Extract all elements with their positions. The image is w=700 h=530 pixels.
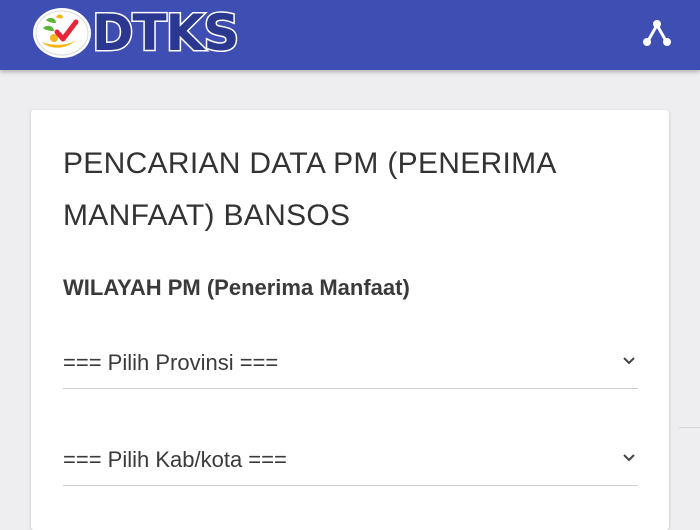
chevron-down-icon [623, 454, 635, 462]
logo-text: DTKS [90, 3, 240, 64]
chevron-down-icon [623, 357, 635, 365]
city-select[interactable]: === Pilih Kab/kota === [63, 435, 638, 486]
search-card: PENCARIAN DATA PM (PENERIMA MANFAAT) BAN… [31, 110, 669, 530]
page-title: PENCARIAN DATA PM (PENERIMA MANFAAT) BAN… [63, 147, 556, 232]
province-select[interactable]: === Pilih Provinsi === [63, 338, 638, 389]
region-section-label: WILAYAH PM (Penerima Manfaat) [63, 275, 410, 300]
city-select-value: === Pilih Kab/kota === [63, 447, 287, 472]
province-select-value: === Pilih Provinsi === [63, 350, 279, 375]
divider [679, 427, 700, 428]
share-button[interactable] [640, 16, 674, 50]
app-header: DTKS [0, 0, 700, 70]
share-icon [643, 20, 671, 46]
dtks-logo[interactable]: DTKS [32, 3, 241, 64]
